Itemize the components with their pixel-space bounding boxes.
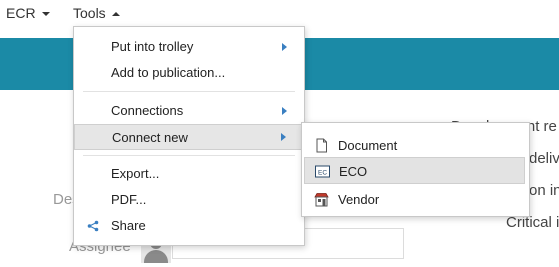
- menubar: ECR Tools: [0, 0, 559, 26]
- chevron-up-icon: [111, 12, 120, 17]
- menu-item-connections[interactable]: Connections: [74, 98, 304, 124]
- menu-item-put-into-trolley[interactable]: Put into trolley: [74, 34, 304, 60]
- menu-item-label: Add to publication...: [111, 65, 226, 80]
- bg-text-delivery: delive: [529, 150, 559, 167]
- menu-item-label: PDF...: [111, 192, 147, 207]
- menu-item-label: Connections: [111, 103, 184, 118]
- submenu-item-label: Document: [338, 138, 398, 153]
- submenu-arrow-icon: [282, 43, 287, 51]
- svg-text:EC: EC: [318, 170, 327, 177]
- menu-item-export[interactable]: Export...: [74, 161, 304, 187]
- submenu-item-document[interactable]: Document: [302, 132, 529, 159]
- submenu-item-label: Vendor: [338, 192, 380, 207]
- chevron-down-icon: [41, 12, 50, 17]
- submenu-item-vendor[interactable]: Vendor: [302, 186, 529, 213]
- menu-ecr[interactable]: ECR: [6, 4, 50, 22]
- menu-tools-label: Tools: [73, 5, 106, 21]
- menu-item-label: Connect new: [112, 130, 188, 145]
- menu-tools[interactable]: Tools: [73, 4, 120, 22]
- tools-dropdown-menu: Put into trolley Add to publication... C…: [73, 26, 305, 246]
- vendor-icon: [314, 193, 329, 207]
- connect-new-submenu: Document EC ECO Vendor: [301, 122, 530, 217]
- menu-item-pdf[interactable]: PDF...: [74, 187, 304, 213]
- submenu-arrow-icon: [282, 107, 287, 115]
- menu-item-label: Export...: [111, 166, 160, 181]
- share-icon: [87, 220, 99, 232]
- menu-divider: [83, 91, 295, 92]
- submenu-arrow-icon: [281, 133, 286, 141]
- menu-item-connect-new[interactable]: Connect new: [74, 124, 304, 150]
- menu-divider: [83, 155, 295, 156]
- submenu-item-eco[interactable]: EC ECO: [304, 157, 525, 184]
- menu-ecr-label: ECR: [6, 5, 36, 21]
- document-icon: [316, 138, 327, 153]
- menu-item-label: Share: [111, 218, 146, 233]
- menu-item-add-to-publication[interactable]: Add to publication...: [74, 60, 304, 86]
- menu-item-share[interactable]: Share: [74, 213, 304, 239]
- submenu-item-label: ECO: [339, 164, 368, 179]
- menu-item-label: Put into trolley: [111, 39, 194, 54]
- eco-icon: EC: [315, 165, 330, 178]
- bg-text-on-in: on in: [529, 182, 559, 199]
